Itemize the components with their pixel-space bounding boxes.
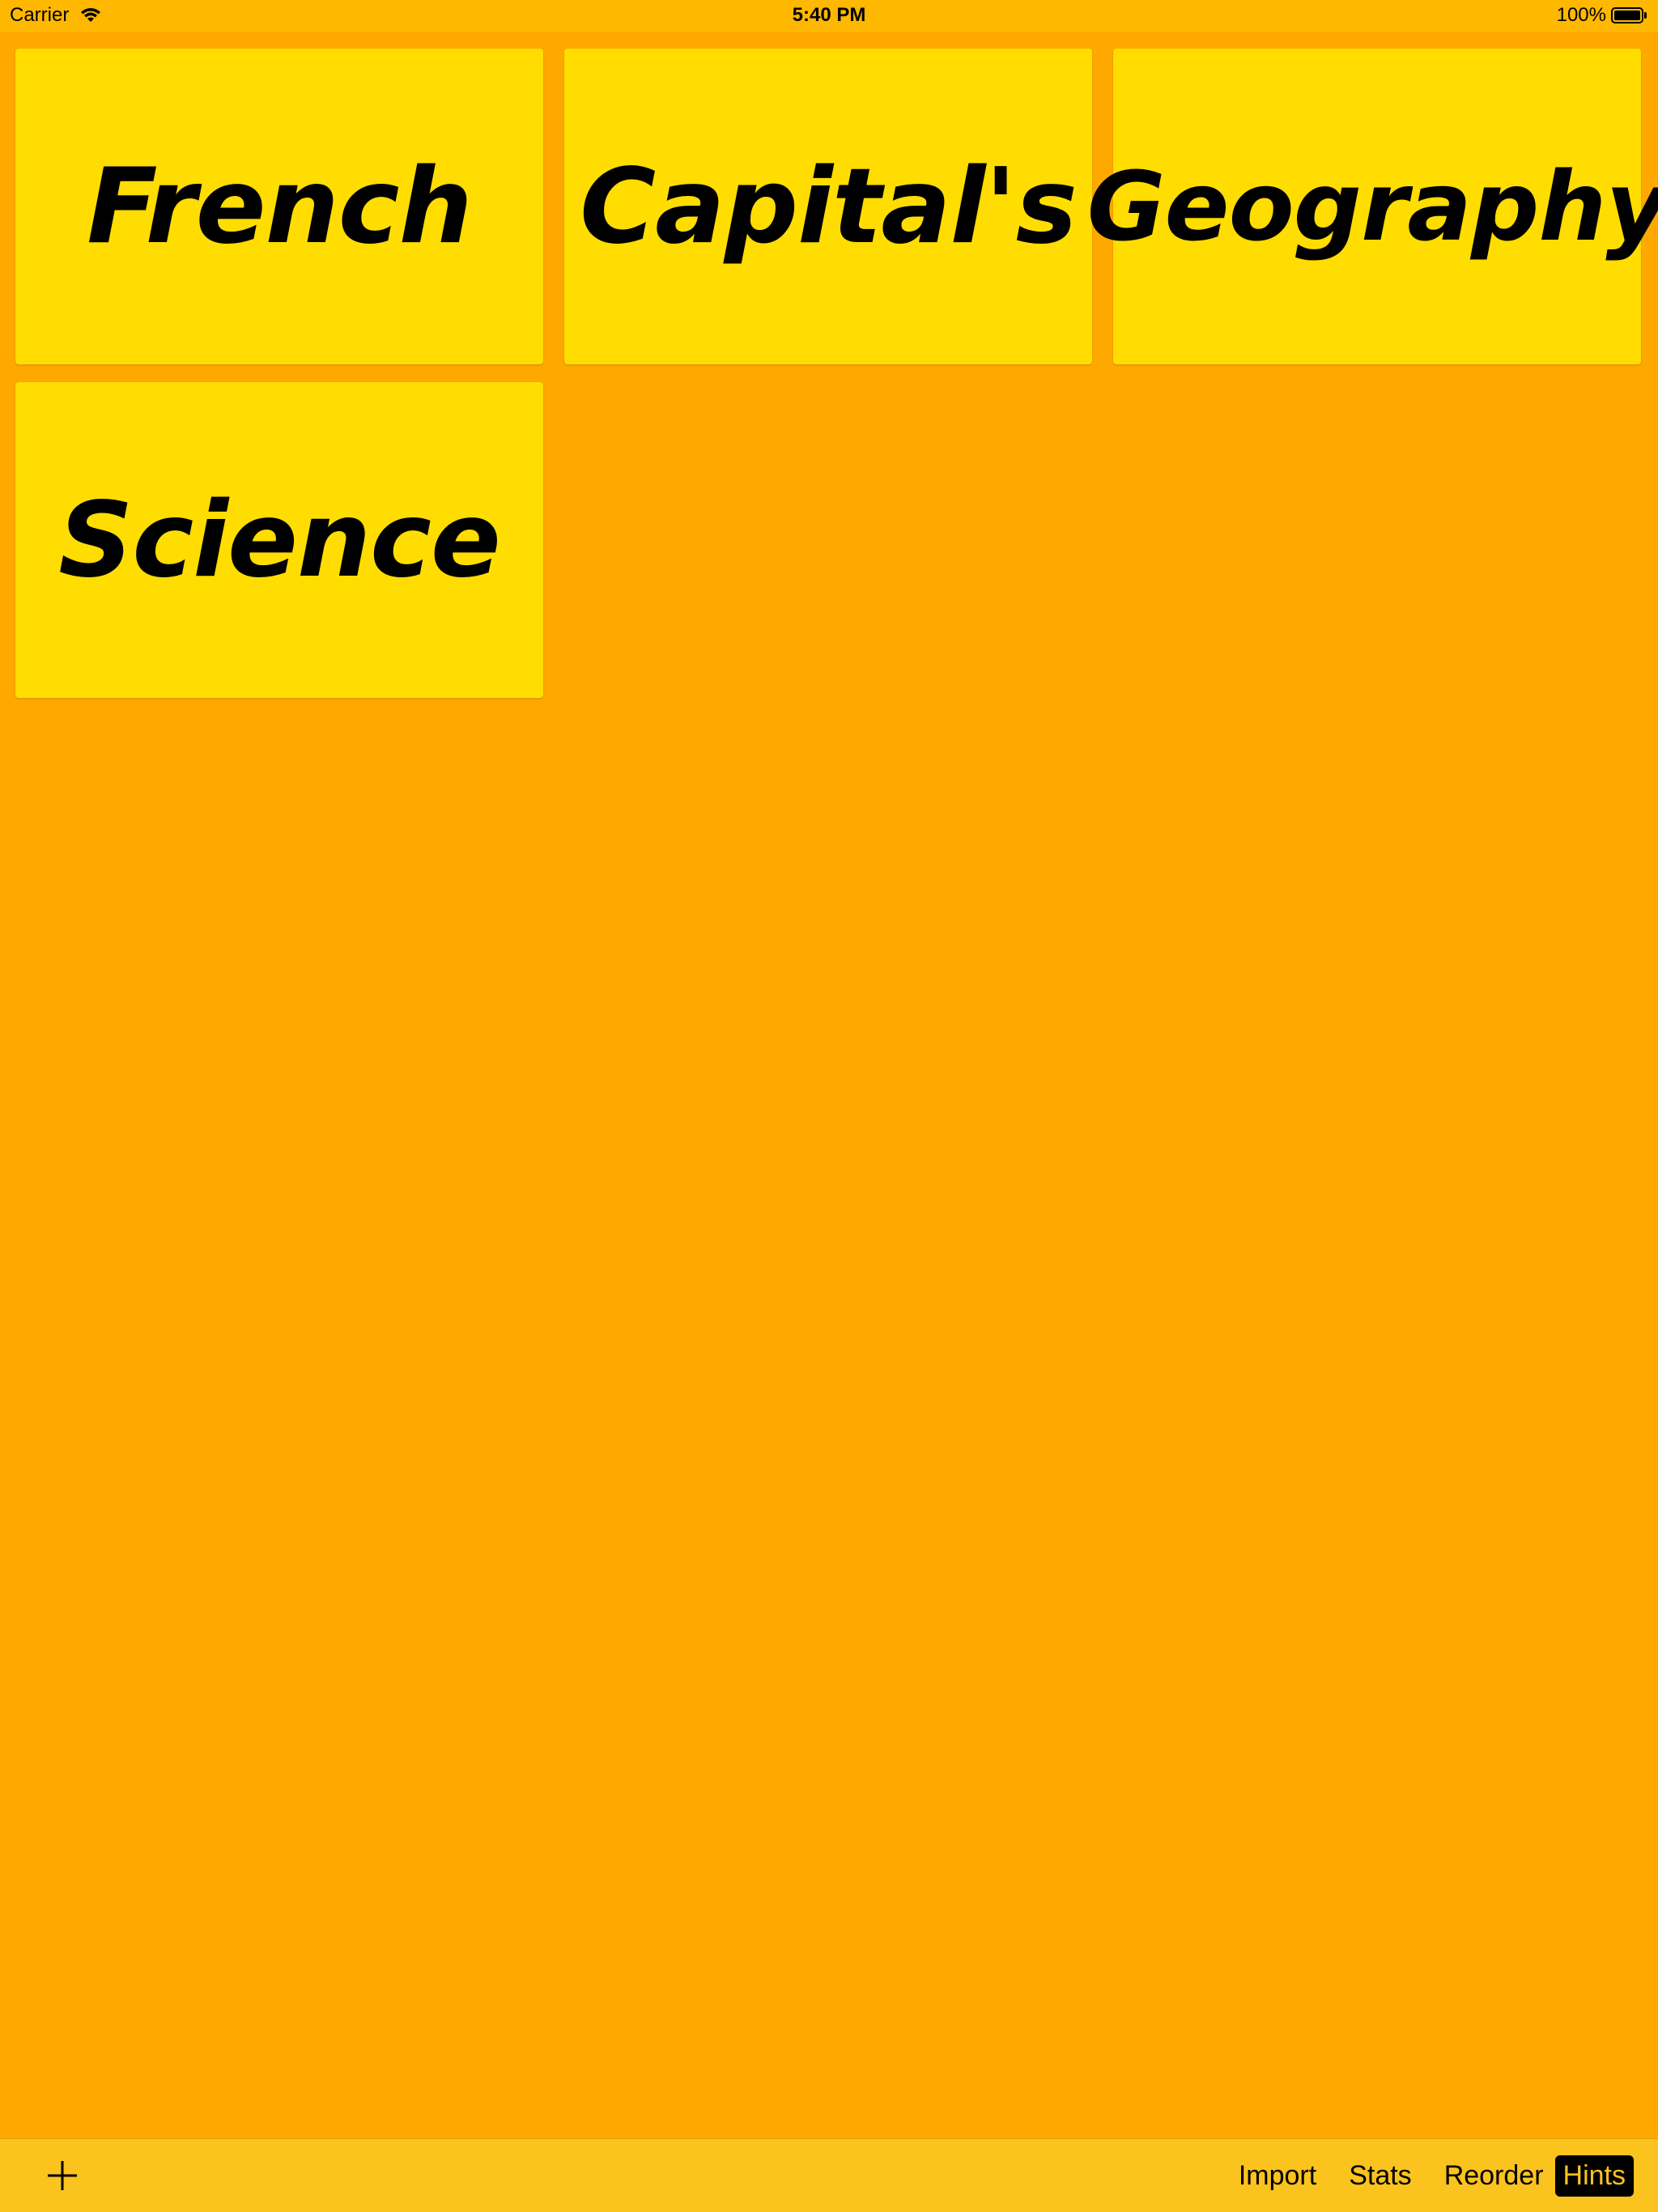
- category-label: French: [87, 146, 472, 267]
- battery-percent: 100%: [1556, 4, 1606, 26]
- category-label: Science: [58, 479, 501, 601]
- hints-button[interactable]: Hints: [1554, 2155, 1634, 2197]
- category-tile-geography[interactable]: Geography: [1087, 49, 1658, 364]
- bottom-toolbar: Import Stats Reorder Hints: [0, 2138, 1658, 2212]
- reorder-button[interactable]: Reorder: [1444, 2160, 1544, 2192]
- status-time: 5:40 PM: [792, 4, 866, 26]
- category-tile-french[interactable]: French: [15, 49, 543, 364]
- add-button[interactable]: [45, 2159, 79, 2193]
- status-right: 100%: [1557, 4, 1647, 27]
- stats-button[interactable]: Stats: [1349, 2160, 1411, 2192]
- battery-icon: [1611, 7, 1647, 23]
- toolbar-actions: Import Stats Reorder Hints: [1206, 2139, 1634, 2212]
- category-tile-capitals[interactable]: Capital's: [564, 49, 1092, 364]
- status-bar: Carrier 5:40 PM 100%: [0, 0, 1658, 32]
- category-label: Geography: [1086, 151, 1658, 262]
- plus-icon: [48, 2161, 77, 2190]
- category-tile-science[interactable]: Science: [15, 382, 543, 698]
- category-label: Capital's: [580, 146, 1078, 267]
- import-button[interactable]: Import: [1239, 2160, 1316, 2192]
